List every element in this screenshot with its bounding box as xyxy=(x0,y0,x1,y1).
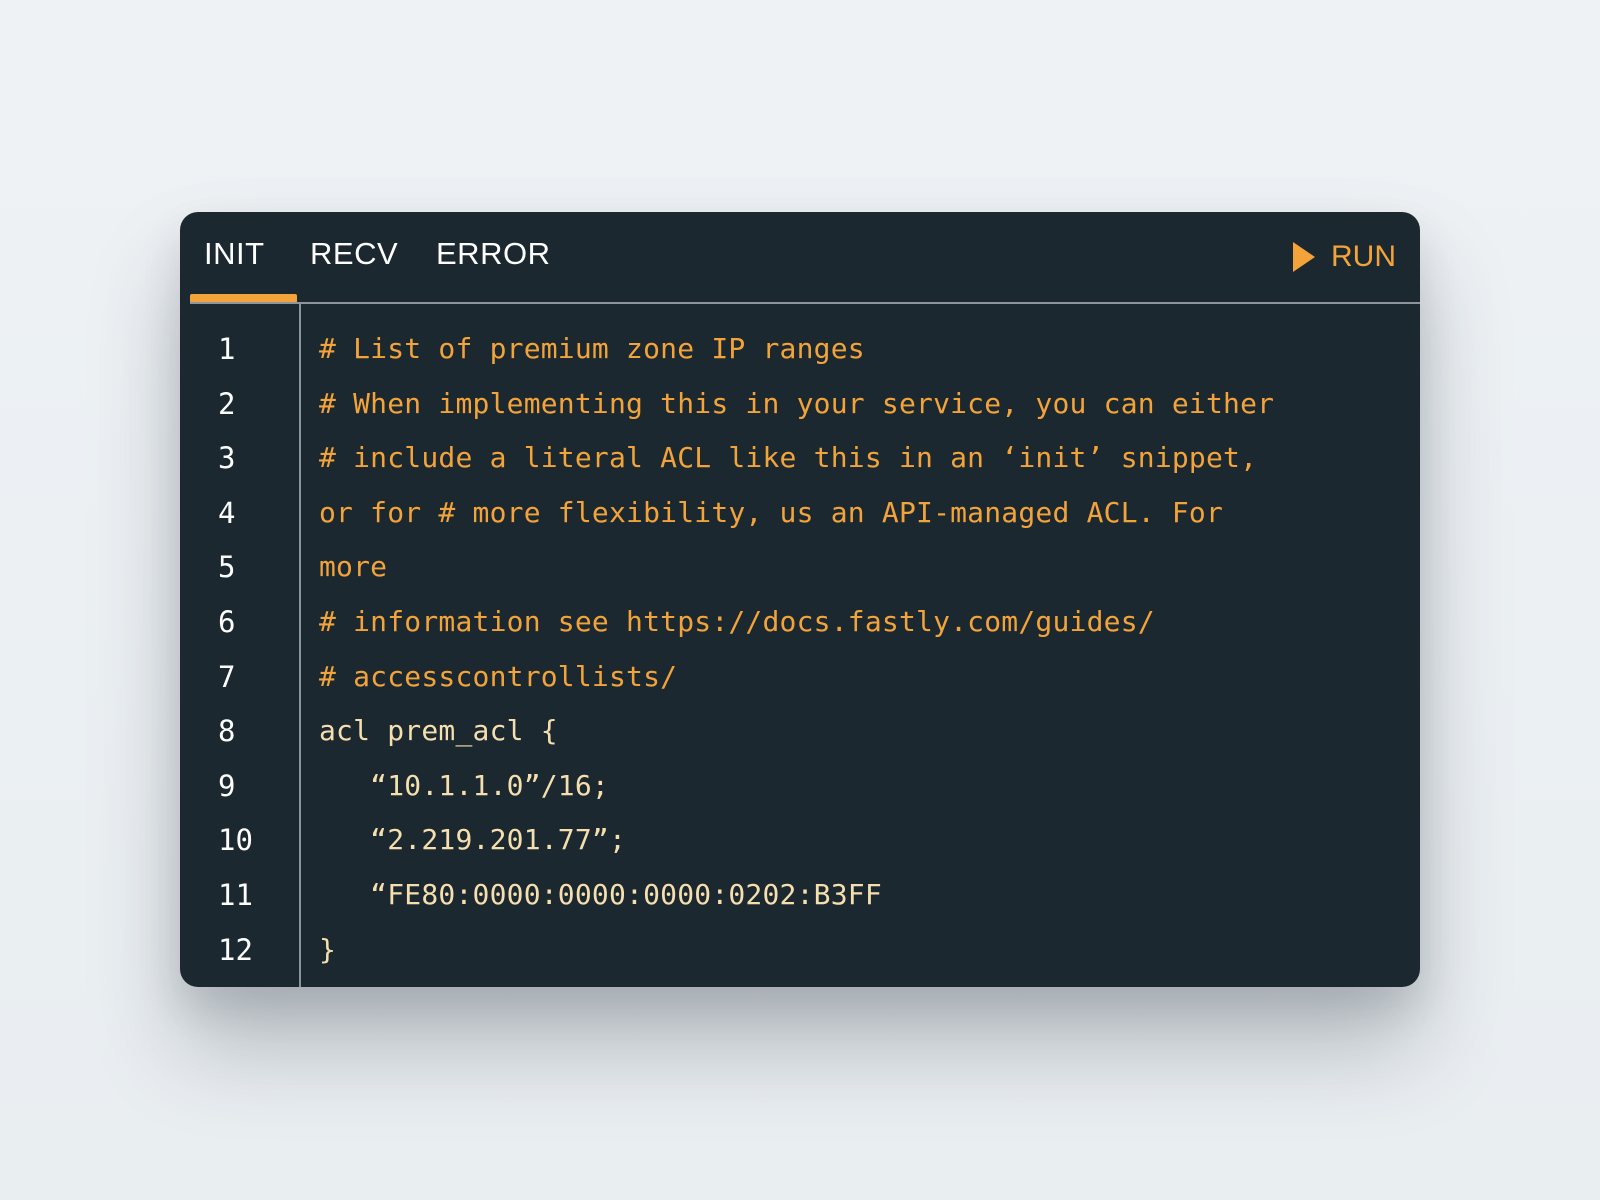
code-line: more xyxy=(319,550,388,584)
code-line: # When implementing this in your service… xyxy=(319,386,1275,420)
tab-recv[interactable]: RECV xyxy=(310,236,398,272)
code-line: # include a literal ACL like this in an … xyxy=(319,441,1258,475)
tab-init[interactable]: INIT xyxy=(204,236,265,272)
line-number: 8 xyxy=(218,714,236,749)
line-number: 3 xyxy=(218,441,236,476)
line-number: 7 xyxy=(218,659,236,694)
line-number: 5 xyxy=(218,550,236,585)
line-number: 11 xyxy=(218,877,253,912)
code-line: # accesscontrollists/ xyxy=(319,659,678,693)
line-number: 12 xyxy=(218,932,253,967)
tab-divider xyxy=(190,302,1420,304)
line-number-gutter: 1 2 3 4 5 6 7 8 9 10 11 12 xyxy=(218,322,288,977)
gutter-divider xyxy=(299,304,301,987)
line-number: 10 xyxy=(218,823,253,858)
code-editor-card: INIT RECV ERROR RUN 1 2 3 4 5 6 7 8 9 10… xyxy=(180,212,1420,987)
run-button[interactable]: RUN xyxy=(1293,240,1396,274)
line-number: 1 xyxy=(218,332,236,366)
code-line: acl prem_acl { xyxy=(319,714,558,748)
run-label: RUN xyxy=(1331,240,1396,273)
code-line: # List of premium zone IP ranges xyxy=(319,332,865,365)
code-line: “2.219.201.77”; xyxy=(319,823,627,857)
play-icon xyxy=(1293,242,1315,272)
code-line: “10.1.1.0”/16; xyxy=(319,768,609,802)
code-area[interactable]: # List of premium zone IP ranges # When … xyxy=(319,322,1419,977)
tab-error[interactable]: ERROR xyxy=(436,236,550,272)
code-line: # information see https://docs.fastly.co… xyxy=(319,604,1155,638)
code-line: or for # more flexibility, us an API-man… xyxy=(319,495,1224,529)
code-line: “FE80:0000:0000:0000:0202:B3FF xyxy=(319,877,882,911)
line-number: 9 xyxy=(218,768,236,803)
line-number: 6 xyxy=(218,604,236,639)
line-number: 2 xyxy=(218,386,236,421)
code-line: } xyxy=(319,932,337,966)
tab-bar: INIT RECV ERROR RUN xyxy=(180,212,1420,304)
line-number: 4 xyxy=(218,495,236,530)
